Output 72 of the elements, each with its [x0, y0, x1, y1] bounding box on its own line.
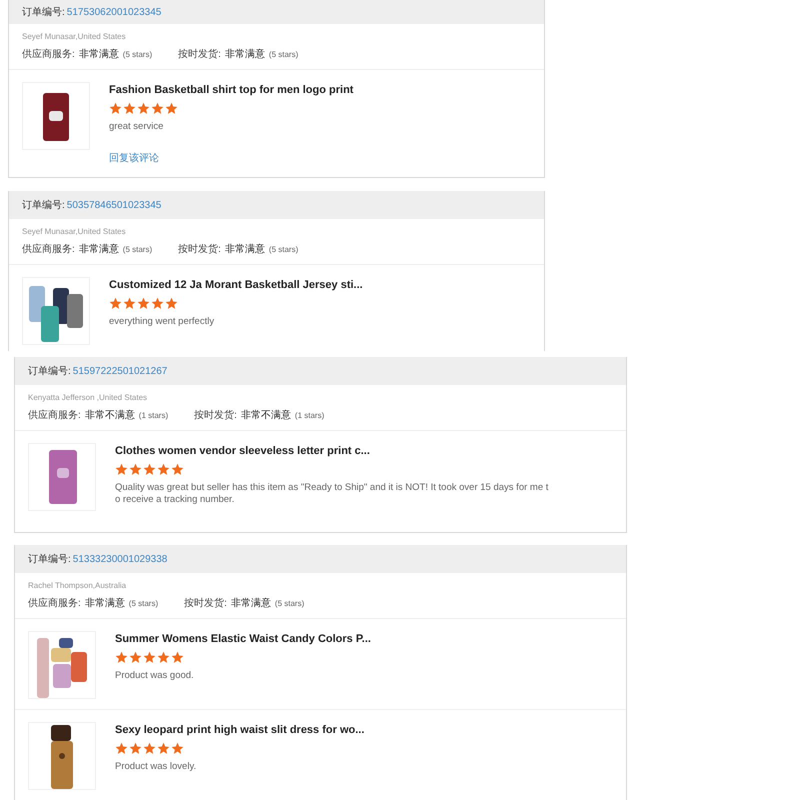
- rating-label: 按时发货:: [178, 242, 221, 256]
- reply-link[interactable]: 回复该评论: [109, 151, 159, 166]
- star-icon: [109, 102, 122, 115]
- review-comment: everything went perfectly: [109, 316, 216, 328]
- star-icon: [137, 102, 150, 115]
- star-icon: [171, 651, 184, 664]
- rating-note: (1 stars): [294, 411, 324, 420]
- star-icon: [151, 102, 164, 115]
- star-icon: [171, 463, 184, 476]
- star-icon: [129, 742, 142, 755]
- star-icon: [157, 651, 170, 664]
- star-icon: [151, 297, 164, 310]
- order-number-link[interactable]: 51597222501021267: [72, 366, 168, 376]
- rating-label: 供应商服务:: [28, 596, 81, 610]
- rating-value: 非常满意: [78, 242, 119, 256]
- buyer-name: Seyef Munasar,United States: [22, 227, 127, 236]
- order-number-link[interactable]: 51333230001029338: [72, 554, 168, 564]
- product-title: Clothes women vendor sleeveless letter print c...: [115, 445, 371, 457]
- rating-value: 非常不满意: [240, 408, 291, 422]
- star-icon: [109, 297, 122, 310]
- star-icon: [165, 297, 178, 310]
- rating-value: 非常满意: [230, 596, 271, 610]
- star-icon: [115, 742, 128, 755]
- star-icon: [115, 463, 128, 476]
- product-title: Sexy leopard print high waist slit dress for wo...: [115, 724, 364, 736]
- order-number-label: 订单编号:: [22, 198, 65, 212]
- buyer-name: Seyef Munasar,United States: [22, 32, 127, 41]
- rating-note: (1 stars): [138, 411, 168, 420]
- review-comment: Product was lovely.: [115, 761, 198, 774]
- order-number-link[interactable]: 50357846501023345: [66, 200, 162, 210]
- rating-label: 按时发货:: [184, 596, 227, 610]
- rating-value: 非常满意: [78, 48, 119, 61]
- rating-label: 供应商服务:: [22, 242, 75, 256]
- rating-value: 非常满意: [224, 242, 265, 256]
- review-comment: Product was good.: [115, 670, 195, 682]
- order-number-label: 订单编号:: [22, 6, 65, 19]
- star-icon: [137, 297, 150, 310]
- star-icon: [123, 297, 136, 310]
- rating-value: 非常满意: [84, 596, 125, 610]
- star-icon: [165, 102, 178, 115]
- star-icon: [157, 742, 170, 755]
- rating-label: 供应商服务:: [28, 408, 81, 422]
- rating-note: (5 stars): [122, 245, 152, 254]
- star-icon: [143, 463, 156, 476]
- star-icon: [115, 651, 128, 664]
- buyer-name: Rachel Thompson,Australia: [28, 581, 128, 590]
- rating-value: 非常不满意: [84, 408, 135, 422]
- rating-label: 按时发货:: [194, 408, 237, 422]
- star-icon: [129, 651, 142, 664]
- rating-note: (5 stars): [268, 50, 298, 59]
- rating-value: 非常满意: [224, 48, 265, 61]
- rating-note: (5 stars): [128, 599, 158, 608]
- rating-label: 按时发货:: [178, 48, 221, 61]
- star-icon: [157, 463, 170, 476]
- review-comment: Quality was great but seller has this item as "Ready to Ship" and it is NOT! It took over 15 days for me to receive a tracking number.: [115, 482, 550, 507]
- rating-note: (5 stars): [268, 245, 298, 254]
- order-number-label: 订单编号:: [28, 364, 71, 378]
- order-number-label: 订单编号:: [28, 552, 71, 566]
- buyer-name: Kenyatta Jefferson ,United States: [28, 393, 148, 402]
- product-title: Customized 12 Ja Morant Basketball Jersey sti...: [109, 279, 363, 291]
- rating-note: (5 stars): [274, 599, 304, 608]
- star-icon: [143, 742, 156, 755]
- rating-note: (5 stars): [122, 50, 152, 59]
- star-icon: [171, 742, 184, 755]
- star-icon: [123, 102, 136, 115]
- star-icon: [143, 651, 156, 664]
- order-number-link[interactable]: 51753062001023345: [66, 6, 162, 18]
- rating-label: 供应商服务:: [22, 48, 75, 61]
- product-title: Summer Womens Elastic Waist Candy Colors P...: [115, 633, 371, 645]
- star-icon: [129, 463, 142, 476]
- product-title: Fashion Basketball shirt top for men logo print: [109, 84, 354, 96]
- review-comment: great service: [109, 121, 164, 134]
